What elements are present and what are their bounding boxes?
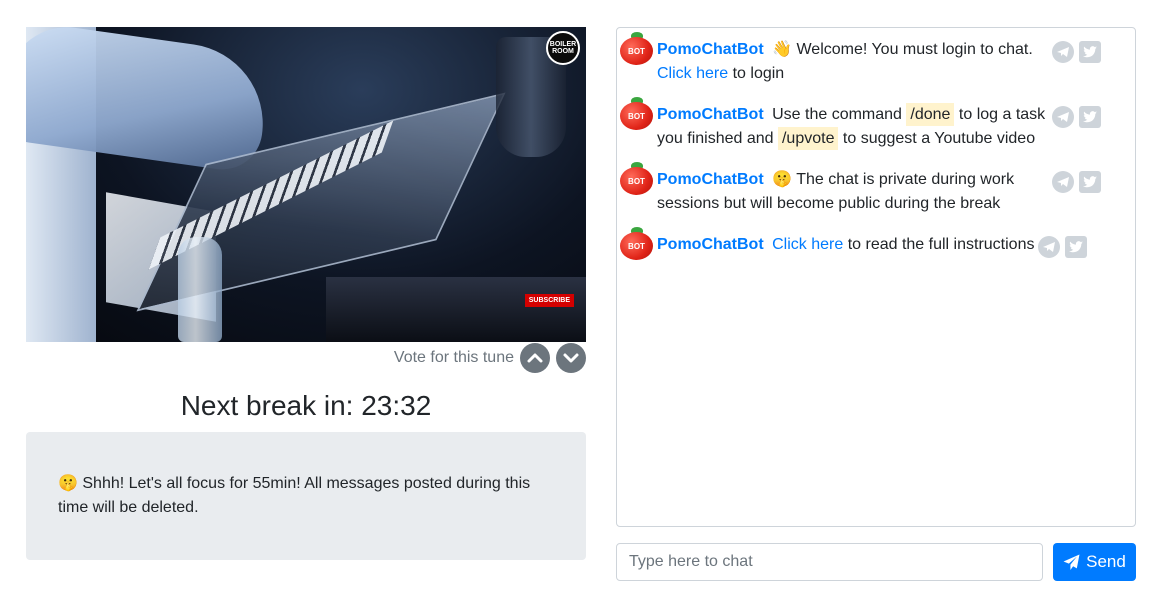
chat-messages-panel[interactable]: BOT PomoChatBot 👋 Welcome! You must logi… — [616, 27, 1136, 527]
message-text: Use the command — [772, 106, 902, 123]
telegram-share-icon[interactable] — [1052, 41, 1074, 63]
chevron-up-icon — [527, 353, 543, 363]
message-actions — [1052, 32, 1101, 63]
chat-message: BOT PomoChatBot Click here to read the f… — [620, 227, 1132, 260]
command-done: /done — [906, 103, 955, 126]
video-frame-bottle — [178, 237, 222, 342]
message-text: to suggest a Youtube video — [842, 130, 1036, 147]
bot-avatar: BOT — [620, 97, 653, 130]
focus-alert-text: 🤫 Shhh! Let's all focus for 55min! All m… — [58, 472, 554, 520]
break-countdown: Next break in: 23:32 — [180, 390, 432, 421]
bot-avatar: BOT — [620, 162, 653, 195]
chat-message: BOT PomoChatBot 🤫 The chat is private du… — [620, 162, 1132, 216]
video-player[interactable]: BOILER ROOM SUBSCRIBE — [26, 27, 586, 342]
video-frame-deck — [326, 277, 586, 342]
message-text: to read the full instructions — [847, 236, 1035, 253]
shush-emoji-icon: 🤫 — [58, 475, 78, 492]
message-text: to login — [732, 65, 785, 82]
command-upvote: /upvote — [777, 127, 839, 150]
message-body: PomoChatBot 🤫 The chat is private during… — [657, 162, 1052, 216]
upvote-button[interactable] — [520, 343, 550, 373]
twitter-share-icon[interactable] — [1065, 236, 1088, 258]
message-author[interactable]: PomoChatBot — [657, 171, 764, 188]
telegram-share-icon[interactable] — [1052, 171, 1074, 193]
vote-bar: Vote for this tune — [26, 343, 586, 373]
twitter-share-icon[interactable] — [1079, 106, 1101, 128]
paper-plane-icon — [1063, 554, 1080, 570]
subscribe-badge[interactable]: SUBSCRIBE — [524, 294, 574, 307]
bot-avatar: BOT — [620, 32, 653, 65]
bot-avatar: BOT — [620, 227, 653, 260]
chevron-down-icon — [563, 353, 579, 363]
message-body: PomoChatBot Click here to read the full … — [657, 227, 1034, 257]
message-actions — [1052, 97, 1101, 128]
telegram-share-icon[interactable] — [1038, 236, 1061, 258]
message-body: PomoChatBot 👋 Welcome! You must login to… — [657, 32, 1052, 86]
message-author[interactable]: PomoChatBot — [657, 236, 764, 253]
focus-alert-message: Shhh! Let's all focus for 55min! All mes… — [58, 475, 531, 516]
send-button-label: Send — [1086, 552, 1126, 571]
chat-message: BOT PomoChatBot Use the command /done to… — [620, 97, 1132, 151]
message-text: 👋 Welcome! You must login to chat. — [772, 41, 1033, 58]
twitter-share-icon[interactable] — [1079, 171, 1101, 193]
telegram-share-icon[interactable] — [1052, 106, 1074, 128]
message-actions — [1052, 162, 1101, 193]
message-author[interactable]: PomoChatBot — [657, 41, 764, 58]
chat-input[interactable] — [616, 543, 1043, 581]
channel-logo[interactable]: BOILER ROOM — [546, 31, 580, 65]
downvote-button[interactable] — [556, 343, 586, 373]
vote-label: Vote for this tune — [393, 349, 514, 366]
message-body: PomoChatBot Use the command /done to log… — [657, 97, 1052, 151]
message-author[interactable]: PomoChatBot — [657, 106, 764, 123]
chat-message: BOT PomoChatBot 👋 Welcome! You must logi… — [620, 32, 1132, 86]
message-actions — [1038, 227, 1088, 258]
login-link[interactable]: Click here — [657, 65, 728, 82]
instructions-link[interactable]: Click here — [772, 236, 843, 253]
focus-alert: 🤫 Shhh! Let's all focus for 55min! All m… — [26, 432, 586, 560]
twitter-share-icon[interactable] — [1079, 41, 1101, 63]
send-button[interactable]: Send — [1053, 543, 1136, 581]
